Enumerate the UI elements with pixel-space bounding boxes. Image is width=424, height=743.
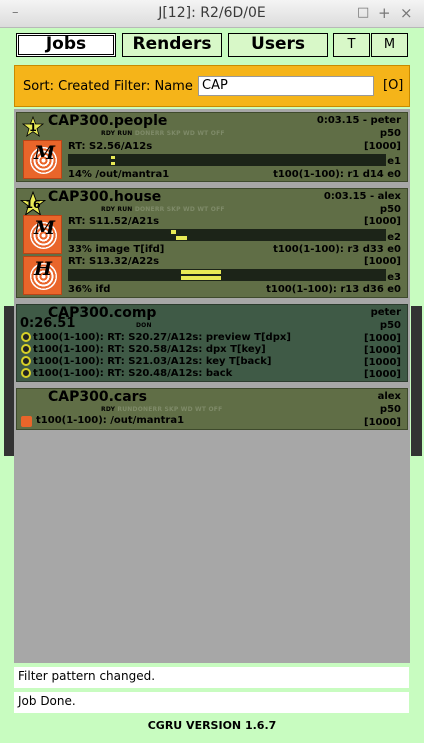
block-capacity: [1000]: [364, 256, 401, 267]
block-rt: RT: S11.52/A21s: [68, 216, 160, 227]
block-info: 36% ifd: [68, 284, 111, 295]
job-name: CAP300.house: [48, 189, 162, 205]
block-progress-bar: [68, 269, 386, 281]
task-row: t100(1-100): RT: S20.58/A12s: dpx T[key]: [21, 344, 266, 355]
block-tasks: t100(1-100): r13 d36 e0: [266, 284, 401, 295]
tab-renders[interactable]: Renders: [122, 33, 222, 57]
task-capacity: [1000]: [364, 333, 401, 344]
maximize-icon[interactable]: +: [378, 6, 391, 21]
filter-options-button[interactable]: [O]: [383, 78, 403, 93]
job-priority: p50: [379, 320, 401, 331]
filter-bar: Sort: Created Filter: Name CAP [O]: [14, 65, 410, 107]
block-info: 33% image T[ifd]: [68, 244, 165, 255]
block-info: 14% /out/mantra1: [68, 169, 170, 180]
tab-users[interactable]: Users: [228, 33, 328, 57]
job-name: CAP300.people: [48, 113, 168, 129]
block-capacity: [1000]: [364, 141, 401, 152]
nuke-service-icon: [21, 368, 31, 378]
priority-badge: 1: [29, 121, 37, 134]
job-states: DON: [136, 322, 152, 329]
job-states: RDY RUN DONERR SKP WD WT OFF: [101, 130, 225, 137]
nuke-service-icon: [21, 332, 31, 342]
sort-label[interactable]: Sort: Created: [23, 79, 110, 94]
job-priority: p50: [379, 404, 401, 415]
job-time-user: 0:03.15 - peter: [316, 115, 401, 126]
restore-icon[interactable]: □: [357, 6, 369, 20]
nuke-service-icon: [21, 344, 31, 354]
task-row: t100(1-100): /out/mantra1: [36, 415, 185, 426]
job-item-comp[interactable]: CAP300.comp peter 0:26.51 DON p50 t100(1…: [16, 304, 408, 382]
version-label: CGRU VERSION 1.6.7: [147, 719, 277, 732]
task-row: t100(1-100): RT: S20.27/A12s: preview T[…: [21, 332, 291, 343]
block-errors: e1: [387, 156, 401, 167]
block-progress-bar: [68, 154, 386, 166]
task-capacity: [1000]: [364, 345, 401, 356]
window-titlebar[interactable]: – J[12]: R2/6D/0E □ + ×: [0, 0, 424, 28]
job-time-user: 0:03.15 - alex: [323, 191, 401, 202]
block-errors: e2: [387, 232, 401, 243]
block-progress-bar: [68, 229, 386, 241]
left-scroll-handle[interactable]: [4, 306, 14, 456]
priority-badge: 16: [25, 198, 41, 211]
task-row: t100(1-100): RT: S21.03/A12s: key T[back…: [21, 356, 271, 367]
mantra-service-icon: M: [23, 140, 62, 179]
task-row: t100(1-100): RT: S20.48/A12s: back: [21, 368, 232, 379]
priority-star-icon: 16: [19, 190, 47, 217]
job-user: peter: [370, 307, 401, 318]
block-rt: RT: S2.56/A12s: [68, 141, 153, 152]
filter-input[interactable]: CAP: [198, 76, 374, 96]
block-rt: RT: S13.32/A22s: [68, 256, 160, 267]
mantra-service-icon: M: [23, 215, 62, 254]
close-icon[interactable]: ×: [400, 6, 413, 21]
job-priority: p50: [379, 128, 401, 139]
job-item-people[interactable]: 1 CAP300.people 0:03.15 - peter RDY RUN …: [16, 112, 408, 182]
task-capacity: [1000]: [364, 369, 401, 380]
job-item-house[interactable]: 16 CAP300.house 0:03.15 - alex RDY RUN D…: [16, 188, 408, 298]
status-line-2: Job Done.: [14, 692, 409, 713]
status-line-1: Filter pattern changed.: [14, 667, 409, 688]
mantra-service-icon: [21, 416, 32, 427]
job-name: CAP300.cars: [48, 389, 147, 405]
right-scroll-handle[interactable]: [411, 306, 422, 456]
task-capacity: [1000]: [364, 417, 401, 428]
priority-star-icon: 1: [21, 115, 45, 138]
tab-jobs[interactable]: Jobs: [16, 33, 116, 57]
job-user: alex: [377, 391, 401, 402]
job-states: RDY RUN DONERR SKP WD WT OFF: [101, 206, 225, 213]
block-tasks: t100(1-100): r3 d33 e0: [273, 244, 401, 255]
job-item-cars[interactable]: CAP300.cars alex RDY RUNDONERR SKP WD WT…: [16, 388, 408, 430]
filter-label[interactable]: Filter: Name: [114, 79, 193, 94]
block-errors: e3: [387, 272, 401, 283]
t-button[interactable]: T: [333, 33, 370, 57]
houdini-service-icon: H: [23, 256, 62, 295]
block-capacity: [1000]: [364, 216, 401, 227]
job-states: RDY RUNDONERR SKP WD WT OFF: [101, 406, 223, 413]
job-run-time: 0:26.51: [20, 316, 76, 331]
m-button[interactable]: M: [371, 33, 408, 57]
nuke-service-icon: [21, 356, 31, 366]
block-tasks: t100(1-100): r1 d14 e0: [273, 169, 401, 180]
job-priority: p50: [379, 204, 401, 215]
task-capacity: [1000]: [364, 357, 401, 368]
